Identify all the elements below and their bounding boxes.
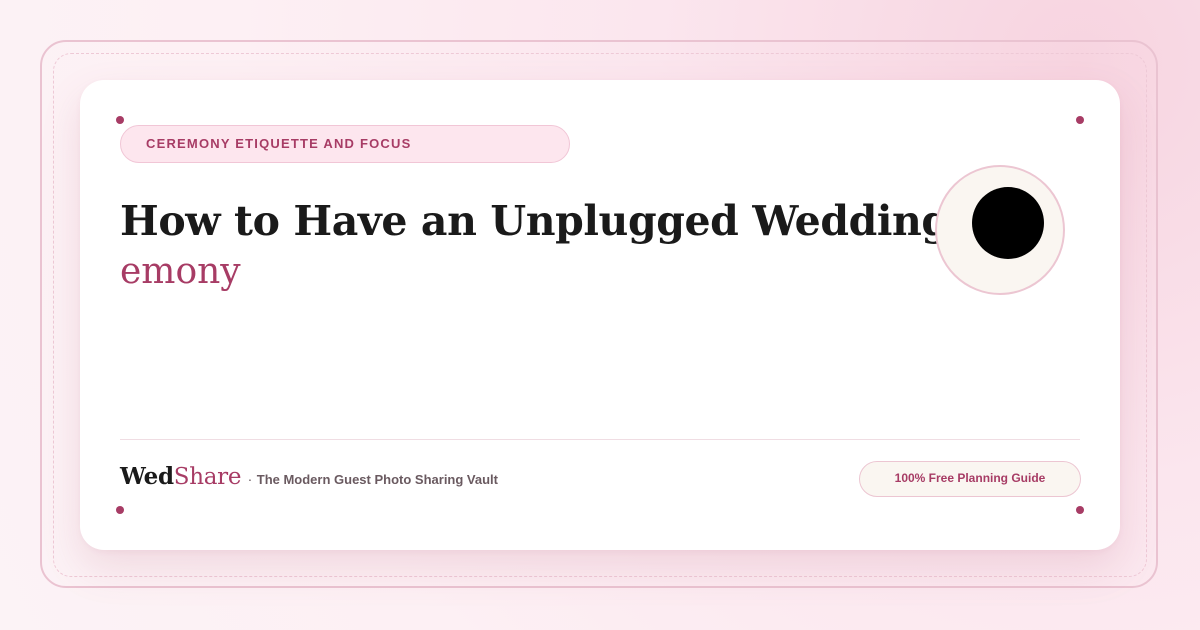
page-title: How to Have an Unplugged Wedding Cer… (120, 197, 1045, 245)
corner-dot-top-left (116, 116, 124, 124)
corner-dot-top-right (1076, 116, 1084, 124)
brand-tagline: The Modern Guest Photo Sharing Vault (256, 472, 498, 487)
free-guide-badge: 100% Free Planning Guide (859, 461, 1081, 497)
brand-footer: WedShare · The Modern Guest Photo Sharin… (120, 463, 498, 490)
category-pill: Ceremony Etiquette and Focus (120, 125, 570, 163)
corner-dot-bottom-right (1076, 506, 1084, 514)
brand-separator: · (247, 471, 253, 487)
footer-divider (120, 439, 1080, 440)
corner-dot-bottom-left (116, 506, 124, 514)
brand-name-wed: Wed (120, 463, 174, 490)
brand-name-share: Share (173, 464, 242, 490)
emblem-dot (972, 187, 1044, 259)
page-title-continuation: emony (120, 251, 241, 292)
